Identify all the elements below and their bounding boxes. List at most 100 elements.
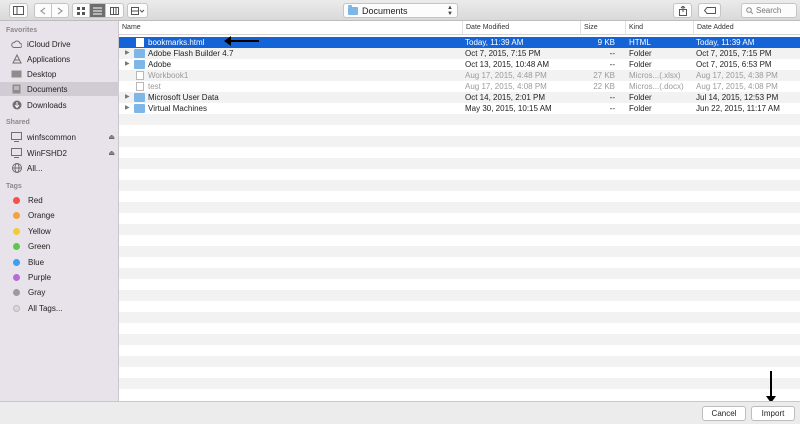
share-button[interactable] (673, 3, 692, 18)
sidebar-item-icloud-drive[interactable]: iCloud Drive (0, 37, 119, 51)
sidebar-tag-all[interactable]: All Tags... (0, 301, 119, 315)
column-date-modified[interactable]: Date Modified (462, 21, 580, 35)
cell-modified: Aug 17, 2015, 4:48 PM (465, 71, 547, 80)
row-stripe (119, 114, 800, 125)
cell-modified: Oct 14, 2015, 2:01 PM (465, 93, 546, 102)
cell-name: test (148, 82, 161, 91)
sidebar-item-all-shared[interactable]: All... (0, 161, 119, 175)
cell-added: Jun 22, 2015, 11:17 AM (696, 104, 780, 113)
cell-kind: Folder (629, 104, 652, 113)
file-list: Name Date Modified Size Kind Date Added … (119, 21, 800, 401)
search-icon (746, 7, 753, 14)
location-popup[interactable]: Documents ▲ ▼ (343, 3, 458, 18)
row-stripe (119, 312, 800, 323)
sidebar-toggle-button[interactable] (9, 3, 28, 18)
arrange-button[interactable] (127, 3, 148, 18)
cell-modified: Today, 11:39 AM (465, 38, 524, 47)
column-date-added[interactable]: Date Added (693, 21, 800, 35)
search-field[interactable] (741, 3, 797, 18)
location-label: Documents (362, 5, 408, 16)
yellow-tag-dot-icon (13, 227, 20, 235)
sidebar-item-label: Red (28, 195, 43, 205)
favorites-heading: Favorites (6, 27, 38, 34)
sidebar-item-documents[interactable]: Documents (0, 82, 119, 96)
row-stripe (119, 378, 800, 389)
sidebar-item-desktop[interactable]: Desktop (0, 67, 119, 81)
list-icon (93, 7, 102, 14)
tag-icon (703, 7, 716, 14)
cell-added: Oct 7, 2015, 7:15 PM (696, 49, 772, 58)
sidebar-item-label: Applications (27, 54, 71, 64)
grid-icon (76, 6, 85, 15)
column-kind[interactable]: Kind (625, 21, 693, 35)
disclosure-triangle-icon[interactable]: ▶ (125, 48, 130, 59)
tag-button[interactable] (698, 3, 721, 18)
cell-size: -- (609, 49, 615, 58)
disclosure-triangle-icon[interactable]: ▶ (125, 103, 130, 114)
up-down-arrows-icon: ▲ ▼ (447, 5, 453, 17)
chevron-right-icon (57, 7, 63, 14)
cell-kind: HTML (629, 38, 651, 47)
cell-size: -- (609, 60, 615, 69)
row-stripe (119, 180, 800, 191)
sidebar-item-label: All Tags... (28, 303, 63, 313)
annotation-arrow-down (766, 371, 776, 403)
table-row[interactable]: bookmarks.html Today, 11:39 AM 9 KB HTML Tod… (119, 37, 800, 48)
eject-icon[interactable]: ⏏ (108, 149, 115, 157)
column-name[interactable]: Name (119, 21, 462, 35)
table-row[interactable]: ▶ Adobe Oct 13, 2015, 10:48 AM -- Folder Oct … (119, 59, 800, 70)
cell-added: Oct 7, 2015, 6:53 PM (696, 60, 772, 69)
sidebar-tag-green[interactable]: Green (0, 239, 119, 253)
table-row[interactable]: Workbook1 Aug 17, 2015, 4:48 PM 27 KB Micro… (119, 70, 800, 81)
sidebar-item-label: Gray (28, 287, 46, 297)
table-row[interactable]: ▶ Microsoft User Data Oct 14, 2015, 2:01 P… (119, 92, 800, 103)
cell-kind: Folder (629, 93, 652, 102)
sidebar-item-downloads[interactable]: Downloads (0, 98, 119, 112)
list-view-button[interactable] (89, 4, 107, 17)
sidebar-tag-yellow[interactable]: Yellow (0, 224, 119, 238)
forward-button[interactable] (52, 4, 68, 17)
annotation-arrow-left (224, 36, 259, 46)
green-tag-dot-icon (13, 242, 20, 250)
sidebar-item-winfshd2[interactable]: WinFSHD2 ⏏ (0, 146, 119, 160)
sidebar-tag-gray[interactable]: Gray (0, 285, 119, 299)
cancel-button[interactable]: Cancel (702, 406, 746, 421)
sidebar-item-applications[interactable]: Applications (0, 52, 119, 66)
table-row[interactable]: ▶ Virtual Machines May 30, 2015, 10:15 AM -… (119, 103, 800, 114)
sidebar-item-winfscommon[interactable]: winfscommon ⏏ (0, 130, 119, 144)
disclosure-triangle-icon[interactable]: ▶ (125, 92, 130, 103)
search-input[interactable] (756, 6, 796, 15)
cell-name: Adobe Flash Builder 4.7 (148, 49, 234, 58)
cell-size: 27 KB (593, 71, 615, 80)
disclosure-triangle-icon[interactable]: ▶ (125, 59, 130, 70)
cell-modified: Oct 13, 2015, 10:48 AM (465, 60, 550, 69)
documents-icon (11, 84, 22, 94)
table-row[interactable]: test Aug 17, 2015, 4:08 PM 22 KB Micros...(… (119, 81, 800, 92)
cell-added: Aug 17, 2015, 4:08 PM (696, 82, 778, 91)
column-size[interactable]: Size (580, 21, 625, 35)
eject-icon[interactable]: ⏏ (108, 133, 115, 141)
sidebar-icon (13, 6, 24, 15)
folder-icon (134, 104, 145, 113)
document-icon (136, 82, 144, 91)
sidebar-tag-red[interactable]: Red (0, 193, 119, 207)
view-mode-control (72, 3, 124, 18)
sidebar-tag-orange[interactable]: Orange (0, 208, 119, 222)
sidebar-tag-blue[interactable]: Blue (0, 255, 119, 269)
icon-view-button[interactable] (73, 4, 90, 17)
row-stripe (119, 356, 800, 367)
sidebar-tag-purple[interactable]: Purple (0, 270, 119, 284)
back-forward-control (34, 3, 69, 18)
applications-icon (11, 54, 22, 64)
gray-tag-dot-icon (13, 288, 20, 296)
import-button[interactable]: Import (751, 406, 795, 421)
cell-name: Virtual Machines (148, 104, 207, 113)
downloads-icon (11, 100, 22, 110)
back-button[interactable] (35, 4, 52, 17)
sidebar-item-label: Desktop (27, 69, 57, 79)
column-view-button[interactable] (106, 4, 123, 17)
cell-kind: Micros...(.docx) (629, 82, 684, 91)
column-header: Name Date Modified Size Kind Date Added (119, 21, 800, 35)
row-stripe (119, 268, 800, 279)
table-row[interactable]: ▶ Adobe Flash Builder 4.7 Oct 7, 2015, 7:1… (119, 48, 800, 59)
